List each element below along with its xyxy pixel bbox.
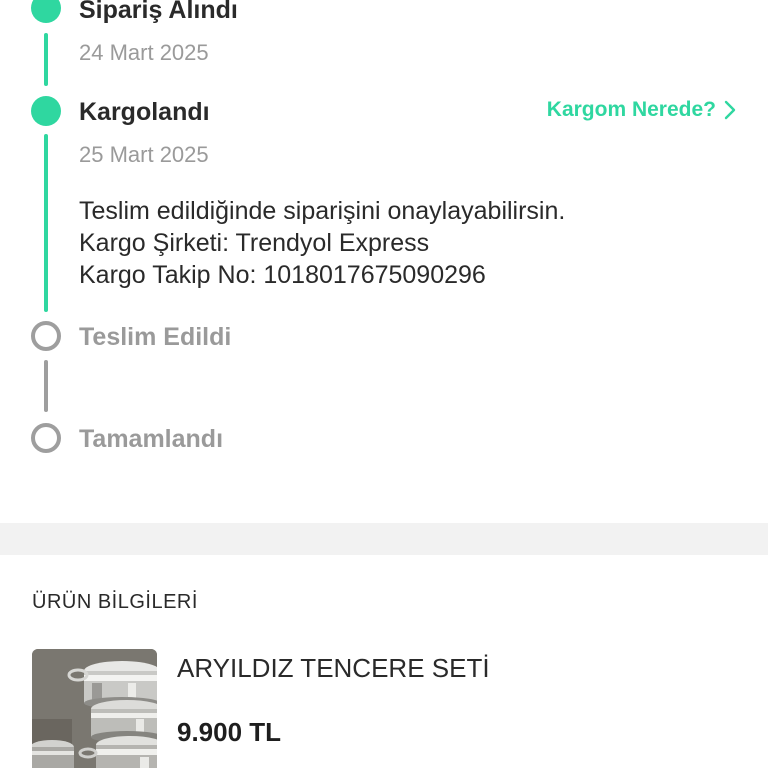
where-is-my-cargo-link[interactable]: Kargom Nerede?	[547, 98, 736, 122]
delivery-confirm-note: Teslim edildiğinde siparişini onaylayabi…	[79, 197, 566, 225]
product-thumbnail[interactable]	[32, 649, 157, 768]
section-divider	[0, 523, 768, 555]
cargo-company: Kargo Şirketi: Trendyol Express	[79, 229, 430, 257]
product-name[interactable]: ARYILDIZ TENCERE SETİ	[177, 653, 490, 684]
timeline-connector	[44, 134, 48, 312]
step-date-kargolandi: 25 Mart 2025	[79, 142, 209, 167]
timeline-connector	[44, 360, 48, 412]
product-info-heading: ÜRÜN BİLGİLERİ	[32, 591, 198, 613]
step-title-teslim-edildi: Teslim Edildi	[79, 323, 232, 351]
step-date-siparis-alindi: 24 Mart 2025	[79, 40, 209, 65]
step-done-dot	[31, 0, 61, 23]
step-title-siparis-alindi: Sipariş Alındı	[79, 0, 238, 24]
step-pending-dot	[31, 423, 61, 453]
tracking-number: Kargo Takip No: 1018017675090296	[79, 261, 486, 289]
where-is-my-cargo-label: Kargom Nerede?	[546, 98, 716, 121]
chevron-right-icon	[724, 100, 736, 120]
timeline-connector	[44, 33, 48, 86]
step-pending-dot	[31, 321, 61, 351]
step-title-kargolandi: Kargolandı	[79, 98, 210, 126]
product-price: 9.900 TL	[177, 717, 282, 747]
cookware-set-photo-icon	[32, 649, 157, 768]
step-title-tamamlandi: Tamamlandı	[79, 425, 224, 453]
step-current-dot	[31, 96, 61, 126]
order-tracking-screen: Sipariş Alındı 24 Mart 2025 Kargolandı K…	[0, 0, 768, 768]
